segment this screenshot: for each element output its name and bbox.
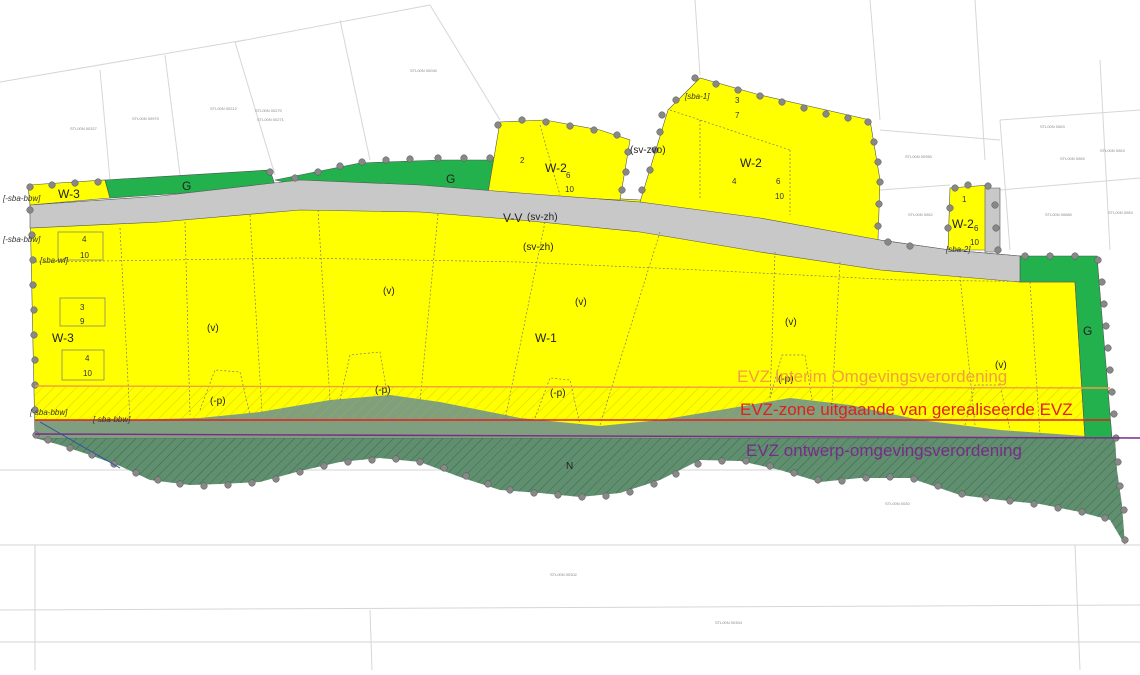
annotation-v-1: (v)	[207, 323, 219, 334]
annotation-v-4: (v)	[785, 317, 797, 328]
number-label: 4	[732, 177, 737, 186]
svg-text:STL00N 0063: STL00N 0063	[1040, 124, 1065, 129]
zone-label-n: N	[566, 461, 573, 472]
annotation-sba-bbw-2: [-sba-bbw]	[2, 235, 41, 244]
legend-interim-label: EVZ Interim Omgevingsverordening	[737, 367, 1007, 386]
annotation-p-3: (-p)	[550, 388, 566, 399]
annotation-sba-2: [sba-2]	[945, 245, 971, 254]
annotation-p-1: (-p)	[210, 396, 226, 407]
svg-text:STL00N 00880: STL00N 00880	[1045, 212, 1073, 217]
svg-text:STL00N 00270: STL00N 00270	[255, 108, 283, 113]
annotation-sba-bbw-1: [-sba-bbw]	[2, 194, 41, 203]
zone-label-w2-b: W-2	[740, 156, 762, 170]
number-label: 10	[80, 251, 89, 260]
zone-label-g-left: G	[182, 179, 191, 193]
svg-text:STL00N 0065: STL00N 0065	[1060, 156, 1085, 161]
annotation-sba-wf: [sba-wf]	[39, 256, 69, 265]
svg-text:STL00N 00327: STL00N 00327	[70, 126, 98, 131]
zone-w2-a-area	[487, 119, 631, 201]
zone-label-g-right: G	[1083, 324, 1092, 338]
zone-label-g-mid: G	[446, 172, 455, 186]
annotation-sba-bbw-4: [-sba-bbw]	[92, 415, 131, 424]
svg-text:STL00N 00950: STL00N 00950	[905, 154, 933, 159]
svg-text:STL00N 0030: STL00N 0030	[885, 501, 910, 506]
svg-text:STL00N 0062: STL00N 0062	[908, 212, 933, 217]
number-label: 6	[776, 177, 781, 186]
zoning-map: STL00N 00327 STL00N 00970 STL00N 00212 S…	[0, 0, 1140, 671]
annotation-sv-zh-lower: (sv-zh)	[523, 242, 554, 253]
zone-label-w2-a: W-2	[545, 161, 567, 175]
svg-text:STL00N 0083: STL00N 0083	[1108, 210, 1133, 215]
annotation-v-3: (v)	[575, 297, 587, 308]
zone-label-vv: V-V	[503, 211, 522, 225]
zone-label-w3-left: W-3	[52, 331, 74, 345]
number-label: 2	[520, 156, 525, 165]
legend-ontwerp-label: EVZ ontwerp-omgevingsverordening	[746, 441, 1022, 460]
svg-text:STL00N 00212: STL00N 00212	[210, 106, 238, 111]
svg-text:STL00N 00304: STL00N 00304	[715, 620, 743, 625]
annotation-sv-zvo: (sv-zvo)	[630, 145, 666, 156]
number-label: 4	[85, 354, 90, 363]
number-label: 6	[566, 171, 571, 180]
annotation-sv-zh-road: (sv-zh)	[527, 212, 558, 223]
number-label: 10	[565, 185, 574, 194]
number-label: 3	[80, 303, 85, 312]
legend-gerealiseerd-label: EVZ-zone uitgaande van gerealiseerde EVZ	[740, 400, 1073, 419]
annotation-sba-1: [sba-1]	[684, 92, 710, 101]
svg-text:STL00N 0063: STL00N 0063	[1100, 148, 1125, 153]
number-label: 9	[80, 317, 85, 326]
number-label: 1	[962, 195, 967, 204]
zone-label-w1: W-1	[535, 331, 557, 345]
zone-label-w3-top: W-3	[58, 187, 80, 201]
svg-text:STL00N 00302: STL00N 00302	[550, 572, 578, 577]
annotation-v-2: (v)	[383, 286, 395, 297]
number-label: 6	[974, 224, 979, 233]
annotation-p-2: (-p)	[375, 385, 391, 396]
number-label: 3	[735, 96, 740, 105]
number-label: 10	[970, 238, 979, 247]
svg-text:STL00N 00970: STL00N 00970	[132, 116, 160, 121]
number-label: 10	[775, 192, 784, 201]
svg-text:STL00N 00271: STL00N 00271	[257, 117, 285, 122]
number-label: 10	[83, 369, 92, 378]
svg-text:STL00N 00040: STL00N 00040	[410, 68, 438, 73]
zone-label-w2-c: W-2	[952, 217, 974, 231]
number-label: 7	[735, 111, 740, 120]
map-canvas: STL00N 00327 STL00N 00970 STL00N 00212 S…	[0, 0, 1140, 671]
number-label: 4	[82, 235, 87, 244]
annotation-sba-bbw-3: [-sba-bbw]	[29, 408, 68, 417]
